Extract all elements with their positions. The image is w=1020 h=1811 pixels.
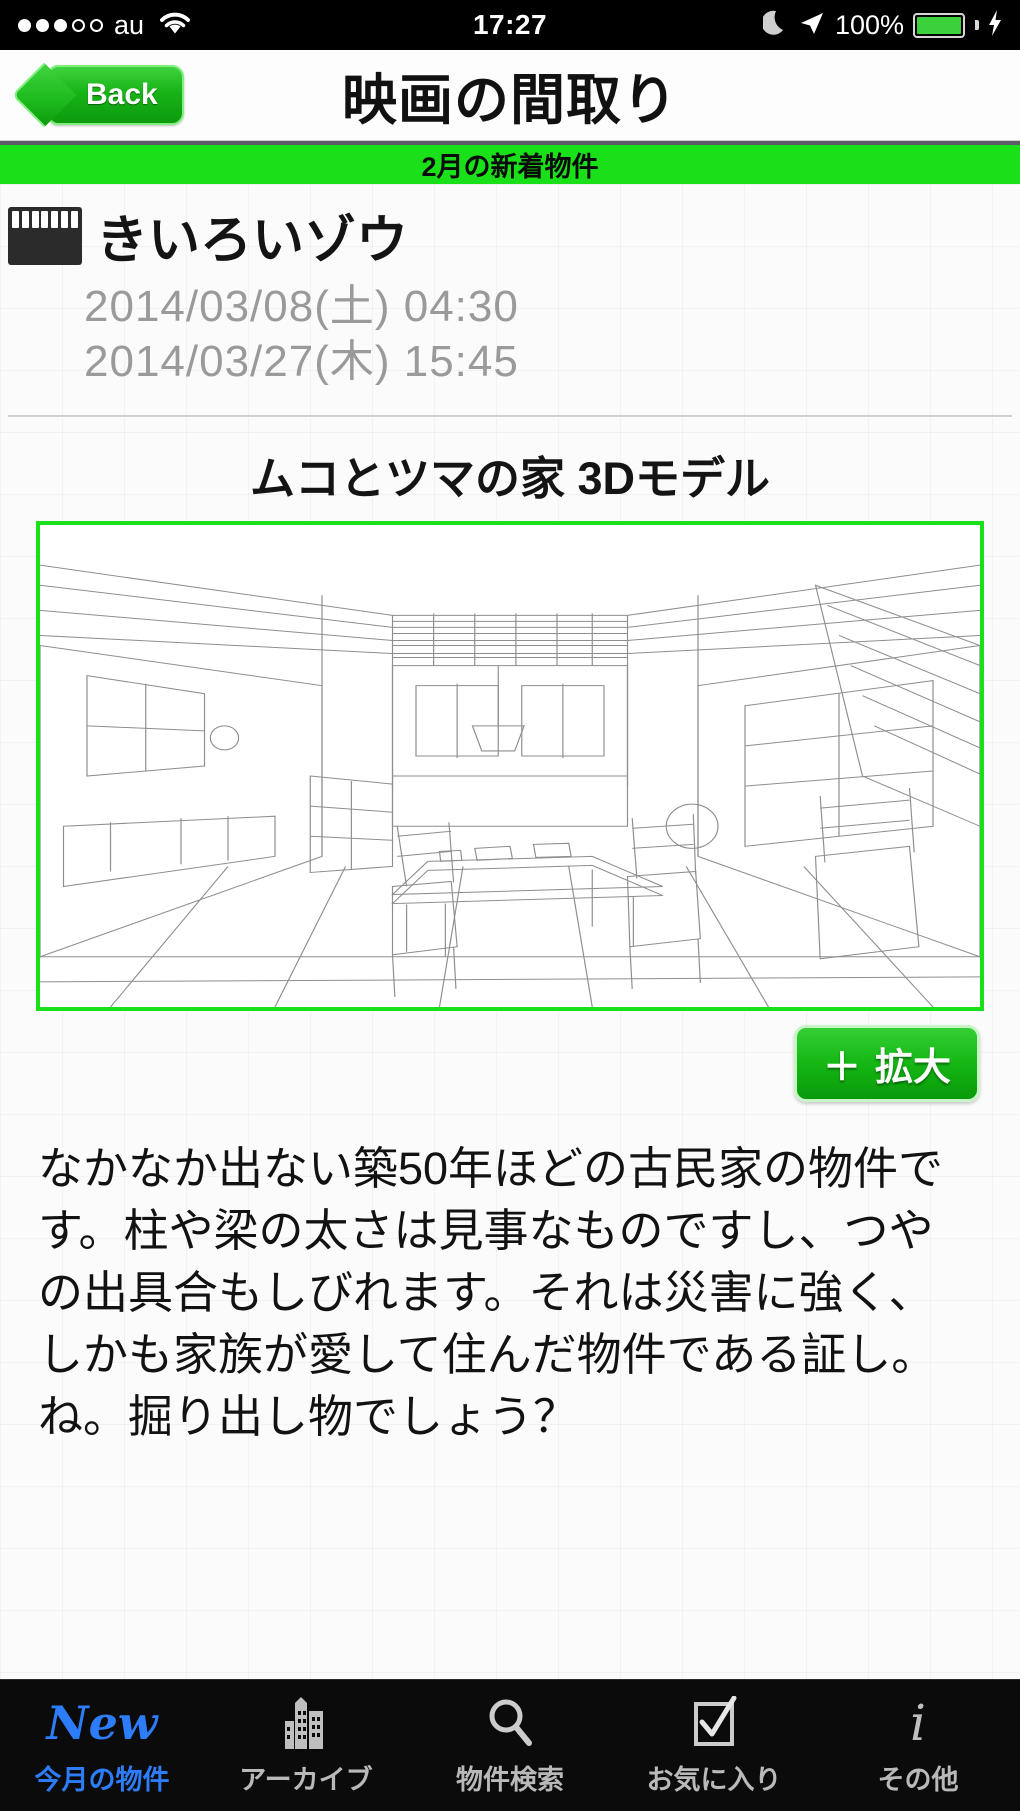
status-bar: au 17:27 100% bbox=[0, 0, 1020, 50]
tab-this-month-label: 今月の物件 bbox=[34, 1765, 170, 1795]
description-line: す。柱や梁の太さは見事なものですし、つや bbox=[38, 1205, 934, 1257]
app-root: au 17:27 100% Back 映画の間取り 2月の新着物件 きいろいゾウ… bbox=[0, 0, 1020, 1811]
expand-image-button-label: 拡大 bbox=[874, 1047, 951, 1089]
description-line: しかも家族が愛して住んだ物件である証し。 bbox=[38, 1329, 937, 1381]
description-text: なかなか出ない築50年ほどの古民家の物件で す。柱や梁の太さは見事なものですし、… bbox=[0, 1102, 1020, 1448]
movie-title: きいろいゾウ bbox=[96, 212, 409, 270]
model-section-title: ムコとツマの家 3Dモデル bbox=[249, 453, 771, 504]
status-right: 100% bbox=[761, 8, 1002, 43]
expand-image-button[interactable]: ＋ 拡大 bbox=[793, 1025, 980, 1102]
tab-this-month[interactable]: New 今月の物件 bbox=[0, 1680, 204, 1811]
movie-dates: 2014/03/08(土) 04:30 2014/03/27(木) 15:45 bbox=[0, 273, 1020, 389]
info-glyph: i bbox=[910, 1694, 926, 1752]
description-line: ね。掘り出し物でしょう？ bbox=[38, 1391, 579, 1443]
back-button-label: Back bbox=[86, 78, 158, 111]
section-banner-label: 2月の新着物件 bbox=[421, 152, 599, 182]
content-scroll-area[interactable]: きいろいゾウ 2014/03/08(土) 04:30 2014/03/27(木)… bbox=[0, 184, 1020, 1679]
tab-archive[interactable]: アーカイブ bbox=[204, 1680, 408, 1811]
info-icon: i bbox=[910, 1694, 926, 1752]
buildings-icon bbox=[281, 1694, 331, 1752]
tab-other[interactable]: i その他 bbox=[816, 1680, 1020, 1811]
battery-tip bbox=[975, 20, 979, 30]
zoom-button-row: ＋ 拡大 bbox=[0, 1011, 1020, 1102]
battery-icon bbox=[913, 12, 965, 38]
plus-icon: ＋ bbox=[822, 1047, 861, 1089]
movie-header: きいろいゾウ bbox=[0, 184, 1020, 273]
search-icon bbox=[484, 1694, 536, 1752]
model-image-frame[interactable] bbox=[36, 521, 984, 1011]
tab-bar: New 今月の物件 アーカイブ 物件検索 お気に入り i その他 bbox=[0, 1679, 1020, 1811]
tab-favorites[interactable]: お気に入り bbox=[612, 1680, 816, 1811]
movie-date-start: 2014/03/08(土) 04:30 bbox=[84, 282, 519, 331]
tab-other-label: その他 bbox=[877, 1765, 959, 1795]
film-strip-icon bbox=[8, 206, 82, 265]
3d-floorplan-interior-line-drawing bbox=[40, 525, 980, 1007]
nav-bar: Back 映画の間取り bbox=[0, 50, 1020, 141]
location-arrow-icon bbox=[798, 9, 826, 42]
section-banner: 2月の新着物件 bbox=[0, 141, 1020, 184]
new-glyph: New bbox=[46, 1696, 158, 1750]
moon-icon bbox=[761, 8, 789, 43]
charging-bolt-icon bbox=[988, 9, 1002, 42]
movie-date-end: 2014/03/27(木) 15:45 bbox=[84, 337, 519, 386]
tab-search-label: 物件検索 bbox=[456, 1765, 564, 1795]
new-badge-icon: New bbox=[47, 1694, 158, 1752]
description-line: なかなか出ない築50年ほどの古民家の物件で bbox=[38, 1143, 944, 1194]
tab-search[interactable]: 物件検索 bbox=[408, 1680, 612, 1811]
description-line: の出具合もしびれます。それは災害に強く、 bbox=[38, 1267, 934, 1319]
battery-percent-label: 100% bbox=[834, 9, 904, 40]
tab-archive-label: アーカイブ bbox=[239, 1765, 373, 1795]
checkbox-checked-icon bbox=[688, 1694, 740, 1752]
tab-favorites-label: お気に入り bbox=[646, 1765, 782, 1795]
